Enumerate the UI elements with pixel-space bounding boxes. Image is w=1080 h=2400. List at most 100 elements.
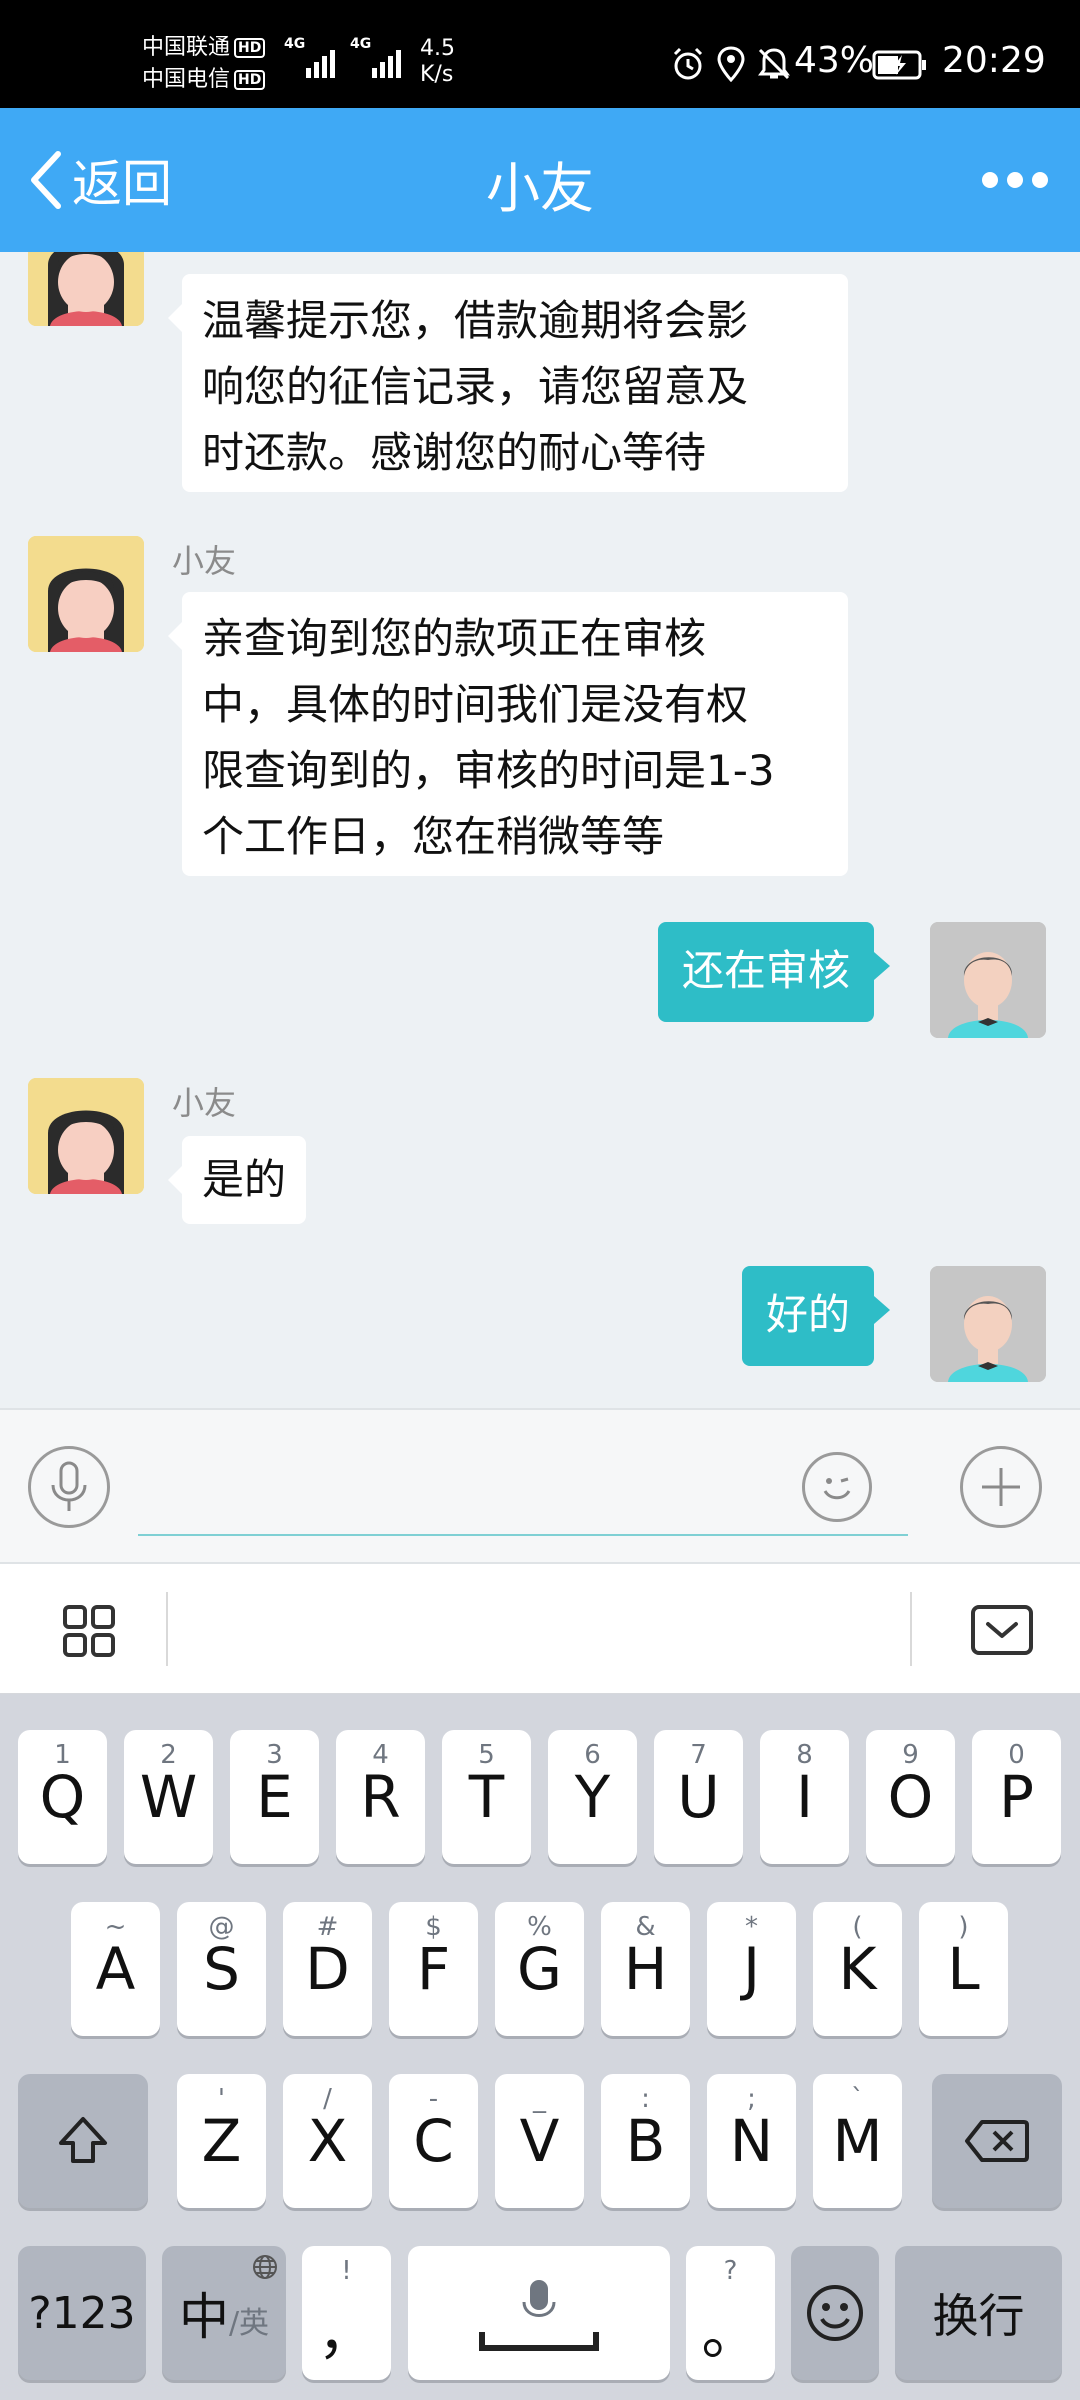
- user-avatar[interactable]: [930, 1266, 1046, 1382]
- key-sub-label: %: [527, 1912, 552, 1942]
- key-n[interactable]: ; N: [707, 2074, 796, 2208]
- key-a[interactable]: ~ A: [71, 1902, 160, 2036]
- key-label: 中: [178, 2288, 229, 2346]
- agent-avatar[interactable]: [28, 252, 144, 326]
- key-r[interactable]: 4R: [336, 1730, 425, 1864]
- space-key[interactable]: [408, 2246, 670, 2380]
- key-sub-label: 9: [902, 1740, 919, 1770]
- key-sub-label: ~: [104, 1912, 127, 1942]
- comma-key[interactable]: !，: [302, 2246, 391, 2380]
- message-input[interactable]: [138, 1440, 908, 1536]
- key-label: S: [203, 1935, 240, 2003]
- key-d[interactable]: # D: [283, 1902, 372, 2036]
- shift-key[interactable]: [18, 2074, 148, 2208]
- key-m[interactable]: ` M: [813, 2074, 902, 2208]
- key-c[interactable]: -C: [389, 2074, 478, 2208]
- key-label: I: [795, 1763, 814, 1831]
- key-q[interactable]: 1Q: [18, 1730, 107, 1864]
- key-label: Y: [574, 1763, 611, 1831]
- key-j[interactable]: * J: [707, 1902, 796, 2036]
- hide-keyboard-icon[interactable]: [970, 1604, 1034, 1656]
- key-sub-label: 1: [54, 1740, 71, 1770]
- voice-button[interactable]: [28, 1446, 110, 1528]
- key-g[interactable]: % G: [495, 1902, 584, 2036]
- shift-icon: [59, 2117, 107, 2163]
- period-key[interactable]: ?。: [686, 2246, 775, 2380]
- key-e[interactable]: 3E: [230, 1730, 319, 1864]
- key-label: P: [999, 1763, 1034, 1831]
- key-k[interactable]: (K: [813, 1902, 902, 2036]
- key-label: Q: [39, 1763, 86, 1831]
- message-bubble-outgoing[interactable]: 好的: [741, 1266, 891, 1366]
- key-label: Z: [201, 2107, 242, 2175]
- key-h[interactable]: & H: [601, 1902, 690, 2036]
- key-sub-label: :: [641, 2084, 650, 2114]
- more-menu-icon[interactable]: [982, 172, 1048, 188]
- key-f[interactable]: $ F: [389, 1902, 478, 2036]
- space-microphone-icon: [479, 2280, 599, 2351]
- chat-area[interactable]: 温馨提示您，借款逾期将会影 响您的征信记录，请您留意及 时还款。感谢您的耐心等待…: [0, 252, 1080, 1408]
- message-bubble-incoming[interactable]: 亲查询到您的款项正在审核 中，具体的时间我们是没有权 限查询到的，审核的时间是1…: [168, 592, 848, 876]
- key-sub-label: 8: [796, 1740, 813, 1770]
- agent-avatar[interactable]: [28, 1078, 144, 1194]
- key-label: L: [947, 1935, 980, 2003]
- message-bubble-outgoing[interactable]: 还在审核: [657, 922, 891, 1022]
- key-b[interactable]: :B: [601, 2074, 690, 2208]
- key-label: R: [360, 1763, 401, 1831]
- sender-name: 小友: [172, 1084, 237, 1122]
- message-text-line: 时还款。感谢您的耐心等待: [202, 428, 707, 477]
- network-type-2: 4G: [350, 36, 372, 52]
- message-text-line: 温馨提示您，借款逾期将会影: [202, 296, 749, 345]
- backspace-key[interactable]: [932, 2074, 1062, 2208]
- key-l[interactable]: ) L: [919, 1902, 1008, 2036]
- key-i[interactable]: 8I: [760, 1730, 849, 1864]
- emoji-key[interactable]: [791, 2246, 879, 2380]
- key-label: N: [729, 2107, 774, 2175]
- key-u[interactable]: 7U: [654, 1730, 743, 1864]
- plus-icon: [982, 1468, 1020, 1506]
- key-o[interactable]: 9O: [866, 1730, 955, 1864]
- key-sub-label: *: [745, 1912, 758, 1942]
- key-sub-label: `: [851, 2084, 864, 2114]
- key-v[interactable]: _ V: [495, 2074, 584, 2208]
- location-icon: [717, 46, 745, 82]
- key-s[interactable]: @ S: [177, 1902, 266, 2036]
- key-y[interactable]: 6Y: [548, 1730, 637, 1864]
- status-bar: 中国联通 HD 中国电信 HD 4G 4G 4.5 K/s 43% 20:29: [0, 0, 1080, 108]
- message-bubble-incoming[interactable]: 温馨提示您，借款逾期将会影 响您的征信记录，请您留意及 时还款。感谢您的耐心等待: [168, 274, 848, 492]
- message-text-line: 限查询到的，审核的时间是1-3: [202, 746, 775, 795]
- wink-smiley-icon: [823, 1477, 851, 1500]
- enter-key[interactable]: 换行: [895, 2246, 1062, 2380]
- man-avatar-icon: [930, 922, 1046, 1038]
- alarm-icon: [673, 47, 703, 80]
- key-label: U: [677, 1763, 720, 1831]
- message-text-line: 个工作日，您在稍微等等: [202, 812, 665, 861]
- man-avatar-icon: [930, 1266, 1046, 1382]
- clock: 20:29: [942, 40, 1046, 81]
- emoji-button[interactable]: [802, 1452, 872, 1522]
- girl-avatar-icon: [28, 252, 144, 326]
- language-switch-key[interactable]: 中/英: [162, 2246, 286, 2380]
- key-sub-label: $: [425, 1912, 442, 1942]
- backspace-icon: [965, 2120, 1029, 2162]
- chat-title: 小友: [486, 157, 594, 220]
- key-label: D: [305, 1935, 350, 2003]
- user-avatar[interactable]: [930, 922, 1046, 1038]
- key-label: O: [887, 1763, 934, 1831]
- signal-icon-2: [372, 46, 401, 78]
- key-p[interactable]: 0P: [972, 1730, 1061, 1864]
- key-sub-label: !: [341, 2256, 352, 2286]
- key-label: H: [623, 1935, 668, 2003]
- more-options-button[interactable]: [960, 1446, 1042, 1528]
- key-t[interactable]: 5T: [442, 1730, 531, 1864]
- symbols-key[interactable]: ?123: [18, 2246, 146, 2380]
- divider: [910, 1592, 912, 1666]
- key-w[interactable]: 2W: [124, 1730, 213, 1864]
- key-z[interactable]: ' Z: [177, 2074, 266, 2208]
- message-bubble-incoming[interactable]: 是的: [167, 1136, 307, 1224]
- app-grid-icon[interactable]: [62, 1604, 116, 1658]
- key-label: K: [838, 1935, 877, 2003]
- key-label: 。: [701, 2299, 760, 2367]
- key-x[interactable]: / X: [283, 2074, 372, 2208]
- agent-avatar[interactable]: [28, 536, 144, 652]
